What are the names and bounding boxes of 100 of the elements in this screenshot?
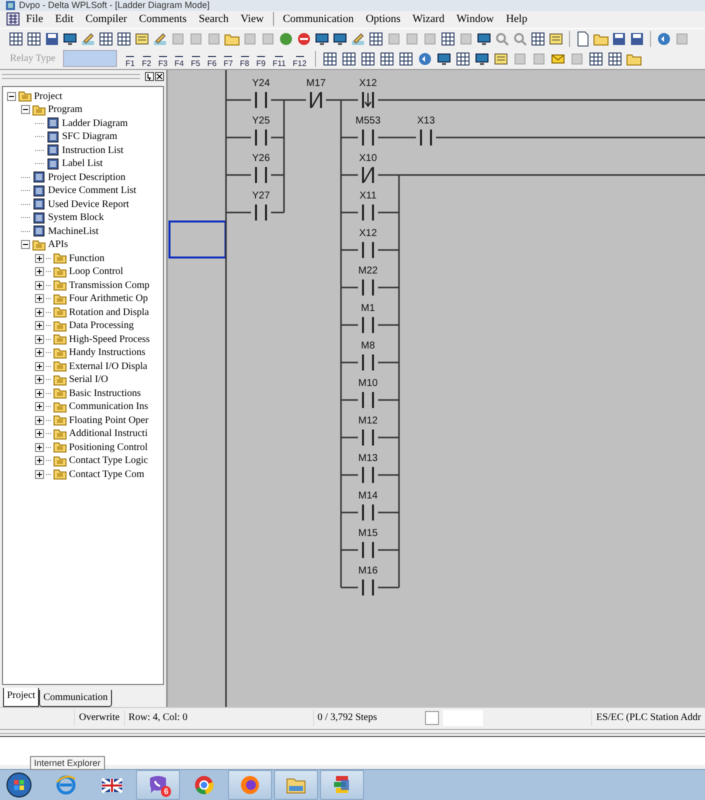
grid-icon[interactable] (368, 30, 384, 47)
tree-item[interactable]: Floating Point Oper (69, 414, 148, 426)
menu-item[interactable]: Search (192, 12, 235, 27)
monitor-icon[interactable] (314, 30, 330, 47)
monitor-icon[interactable] (332, 30, 348, 47)
menu-item[interactable]: Window (450, 12, 500, 27)
menu-item[interactable]: Edit (49, 12, 80, 27)
monitor-icon[interactable] (62, 30, 78, 47)
menu-item[interactable]: File (20, 12, 50, 27)
expand-toggle-icon[interactable] (35, 456, 44, 466)
menu-item[interactable]: Compiler (79, 12, 134, 27)
expand-toggle-icon[interactable] (35, 308, 44, 317)
tree-item[interactable]: High-Speed Process (69, 334, 150, 345)
tree-item[interactable]: SFC Diagram (62, 131, 118, 142)
tree-item[interactable]: Function (69, 252, 105, 264)
grid-icon[interactable] (340, 50, 357, 67)
expand-toggle-icon[interactable] (35, 429, 44, 438)
document-icon[interactable] (575, 30, 591, 47)
tree-item[interactable]: Basic Instructions (69, 388, 141, 399)
tree-item[interactable]: MachineList (48, 226, 99, 237)
tree-item[interactable]: Communication Ins (69, 401, 148, 412)
expand-toggle-icon[interactable] (35, 416, 44, 425)
grid-icon[interactable] (98, 30, 114, 47)
tree-item[interactable]: Rotation and Displa (69, 306, 149, 318)
menu-item[interactable]: Help (500, 12, 534, 27)
list-icon[interactable] (134, 30, 150, 47)
grid-icon[interactable] (588, 50, 604, 67)
expand-toggle-icon[interactable] (35, 254, 44, 263)
menu-item[interactable]: View (234, 12, 270, 27)
menu-item[interactable]: Communication (276, 12, 360, 27)
expand-toggle-icon[interactable] (35, 294, 44, 304)
grid-icon[interactable] (8, 30, 24, 47)
tree-item[interactable]: APIs (48, 239, 68, 250)
stop-icon[interactable] (296, 30, 312, 47)
expand-toggle-icon[interactable] (35, 280, 44, 290)
tree-item[interactable]: Transmission Comp (69, 280, 150, 291)
tree-item[interactable]: Contact Type Logic (69, 455, 148, 466)
tree-item[interactable]: System Block (48, 212, 104, 224)
expand-toggle-icon[interactable] (35, 375, 44, 384)
tree-item[interactable]: Positioning Control (69, 442, 148, 453)
folder-icon (53, 414, 67, 426)
list-icon[interactable] (548, 30, 564, 47)
step-count: 0 / 3,792 Steps (312, 710, 381, 726)
expand-toggle-icon[interactable] (35, 470, 44, 479)
grid-icon[interactable] (454, 50, 471, 67)
grid-icon[interactable] (530, 30, 546, 47)
tree-item[interactable]: Loop Control (69, 266, 124, 278)
grid-icon[interactable] (322, 50, 338, 67)
tree-item[interactable]: Additional Instructi (69, 428, 148, 440)
expand-toggle-icon[interactable] (35, 334, 44, 344)
tree-item[interactable]: Program (48, 104, 82, 116)
grid-icon[interactable] (606, 50, 623, 67)
expand-toggle-icon[interactable] (35, 321, 44, 330)
tree-item[interactable]: Serial I/O (69, 374, 108, 386)
monitor-icon[interactable] (476, 30, 492, 47)
pencil-icon[interactable] (350, 30, 366, 47)
pencil-icon[interactable] (80, 30, 96, 47)
panel-tab[interactable]: Communication (39, 690, 112, 707)
tree-item[interactable]: Label List (62, 158, 103, 170)
grid-icon[interactable] (378, 50, 395, 67)
expand-toggle-icon[interactable] (35, 362, 44, 371)
grid-icon[interactable] (440, 30, 456, 47)
collapse-toggle-icon[interactable] (7, 92, 16, 101)
tree-item[interactable]: Project (34, 90, 62, 102)
panel-tab[interactable]: Project (3, 688, 40, 707)
tree-item[interactable]: Contact Type Com (69, 468, 144, 480)
list-icon[interactable] (492, 50, 509, 67)
tree-item[interactable]: Instruction List (62, 144, 124, 156)
taskbar-button[interactable]: 6 (136, 770, 180, 800)
document-icon (32, 198, 46, 210)
collapse-toggle-icon[interactable] (21, 105, 30, 114)
tree-item[interactable]: Ladder Diagram (62, 118, 128, 129)
pin-icon[interactable] (145, 72, 154, 82)
start-button[interactable] (6, 772, 32, 798)
grid-icon[interactable] (116, 30, 132, 47)
close-icon[interactable] (155, 72, 164, 82)
tree-item[interactable]: Device Comment List (48, 185, 136, 196)
tree-item[interactable]: Data Processing (69, 320, 134, 332)
monitor-icon[interactable] (474, 50, 490, 67)
menu-item[interactable]: Wizard (406, 12, 450, 27)
pencil-icon[interactable] (152, 30, 168, 47)
expand-toggle-icon[interactable] (35, 402, 44, 412)
contact-label: X12 (359, 228, 377, 239)
tree-item[interactable]: Project Description (48, 172, 126, 183)
grid-icon[interactable] (398, 50, 414, 67)
taskbar-button[interactable] (228, 770, 272, 800)
expand-toggle-icon[interactable] (35, 388, 44, 398)
tree-item[interactable]: Handy Instructions (69, 347, 146, 358)
grid-icon[interactable] (360, 50, 376, 67)
expand-toggle-icon[interactable] (35, 267, 44, 276)
grid-icon[interactable] (26, 30, 42, 47)
tree-item[interactable]: External I/O Displa (69, 360, 148, 372)
tree-item[interactable]: Used Device Report (48, 198, 130, 210)
menu-item[interactable]: Comments (133, 12, 193, 27)
collapse-toggle-icon[interactable] (21, 240, 30, 250)
expand-toggle-icon[interactable] (35, 442, 44, 452)
menu-item[interactable]: Options (360, 12, 407, 27)
expand-toggle-icon[interactable] (35, 348, 44, 358)
tree-item[interactable]: Four Arithmetic Op (69, 293, 148, 304)
monitor-icon[interactable] (436, 50, 452, 67)
